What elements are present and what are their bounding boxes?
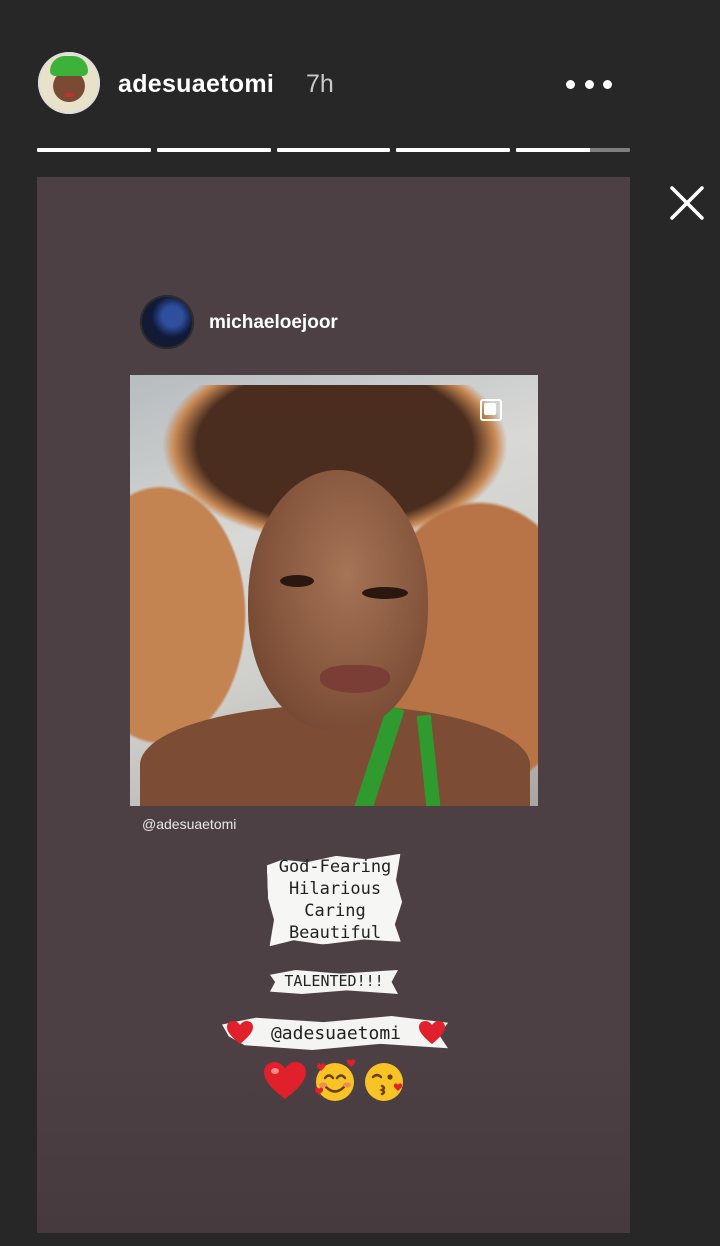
progress-segment xyxy=(37,148,151,152)
carousel-icon xyxy=(480,399,502,421)
shared-post-mention[interactable]: @adesuaetomi xyxy=(142,816,236,832)
more-dots-icon[interactable] xyxy=(566,70,612,98)
dot xyxy=(566,79,575,89)
progress-segment xyxy=(156,148,271,152)
story-progress-bar xyxy=(37,148,630,152)
traits-sticker: God-Fearing Hilarious Caring Beautiful xyxy=(268,856,402,944)
photo-lips xyxy=(320,665,390,693)
red-heart-icon xyxy=(227,1021,253,1044)
avatar-headwrap xyxy=(50,56,88,76)
emoji-sticker-row xyxy=(262,1058,408,1104)
trait-line: Caring xyxy=(304,901,366,921)
red-heart-icon xyxy=(418,1021,445,1044)
photo-eye xyxy=(280,575,314,587)
progress-segment xyxy=(276,148,391,152)
story-timestamp: 7h xyxy=(306,70,334,98)
progress-segment-active xyxy=(516,148,630,152)
talented-sticker: TALENTED!!! xyxy=(284,972,384,990)
progress-segment xyxy=(396,148,511,152)
mention-sticker[interactable]: @adesuaetomi xyxy=(226,1020,446,1046)
red-heart-icon xyxy=(264,1062,306,1099)
shared-post-photo[interactable] xyxy=(130,375,538,806)
story-author-avatar[interactable] xyxy=(38,52,100,114)
avatar-lips xyxy=(65,93,74,97)
smiling-face-with-hearts-icon xyxy=(314,1059,356,1101)
shared-post-author-avatar[interactable] xyxy=(140,295,194,349)
dot xyxy=(584,79,594,89)
shared-post-author-username[interactable]: michaeloejoor xyxy=(209,312,338,334)
photo-eye xyxy=(362,587,408,599)
trait-line: Beautiful xyxy=(288,923,382,943)
close-icon[interactable] xyxy=(666,182,708,224)
face-blowing-kiss-icon xyxy=(365,1063,403,1101)
mention-sticker-text[interactable]: @adesuaetomi xyxy=(271,1023,401,1044)
story-author-username[interactable]: adesuaetomi xyxy=(118,70,274,99)
trait-line: God-Fearing xyxy=(278,857,392,877)
dot xyxy=(603,79,612,89)
trait-line: Hilarious xyxy=(288,879,382,899)
